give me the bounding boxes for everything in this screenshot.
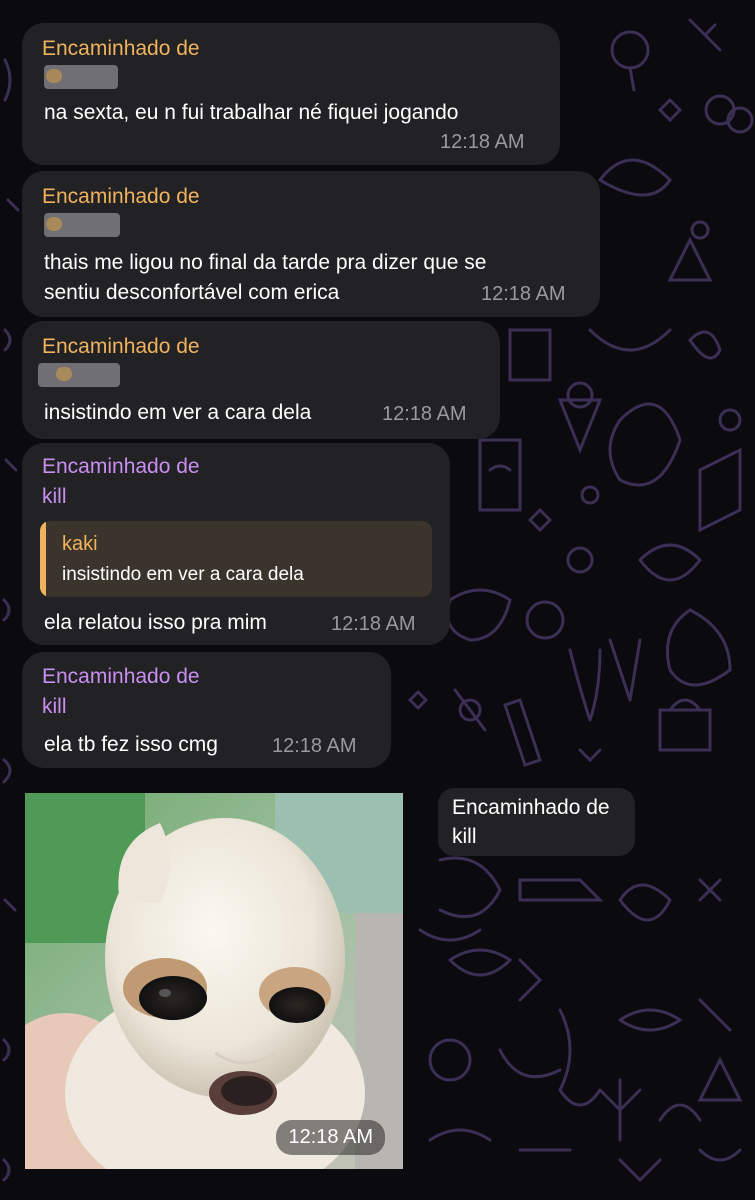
message-text: ela relatou isso pra mim (44, 611, 267, 634)
message-time: 12:18 AM (272, 735, 357, 757)
redacted-sender-name (38, 363, 120, 387)
forwarded-from-label: Encaminhado de (42, 335, 200, 358)
sender-avatar (46, 69, 62, 83)
message-text: na sexta, eu n fui trabalhar né fiquei j… (44, 101, 459, 124)
quote-accent-bar (40, 521, 46, 597)
photo-time: 12:18 AM (276, 1120, 385, 1155)
quote-author: kaki (62, 533, 98, 555)
forwarded-from-label: Encaminhado de (42, 455, 200, 478)
forwarded-from-chip[interactable]: Encaminhado de kill (438, 788, 635, 856)
message-bubble[interactable]: Encaminhado de insistindo em ver a cara … (22, 321, 500, 439)
message-bubble[interactable]: Encaminhado de kill kaki insistindo em v… (22, 443, 450, 645)
quote-text: insistindo em ver a cara dela (62, 564, 304, 585)
reply-quote[interactable]: kaki insistindo em ver a cara dela (40, 521, 432, 597)
forwarded-sender-name: kill (452, 825, 477, 848)
message-text: insistindo em ver a cara dela (44, 401, 312, 424)
forwarded-sender-name[interactable]: kill (42, 695, 67, 719)
forwarded-from-label: Encaminhado de (42, 37, 200, 60)
message-bubble[interactable]: Encaminhado de kill ela tb fez isso cmg … (22, 652, 391, 768)
forwarded-sender-name[interactable]: kill (42, 485, 67, 509)
message-bubble[interactable]: Encaminhado de na sexta, eu n fui trabal… (22, 23, 560, 165)
forwarded-from-label: Encaminhado de (42, 185, 200, 208)
message-time: 12:18 AM (331, 613, 416, 635)
sender-avatar (46, 217, 62, 231)
chihuahua-photo (25, 793, 403, 1169)
message-text: sentiu desconfortável com erica (44, 281, 340, 304)
photo-message[interactable]: 12:18 AM (25, 793, 403, 1169)
message-time: 12:18 AM (440, 131, 525, 153)
message-text: ela tb fez isso cmg (44, 733, 218, 756)
sender-avatar (56, 367, 72, 381)
message-bubble[interactable]: Encaminhado de thais me ligou no final d… (22, 171, 600, 317)
message-time: 12:18 AM (382, 403, 467, 425)
message-time: 12:18 AM (481, 283, 566, 305)
forwarded-from-label: Encaminhado de (42, 665, 200, 688)
forwarded-from-label: Encaminhado de (452, 796, 610, 819)
message-text: thais me ligou no final da tarde pra diz… (44, 251, 487, 274)
